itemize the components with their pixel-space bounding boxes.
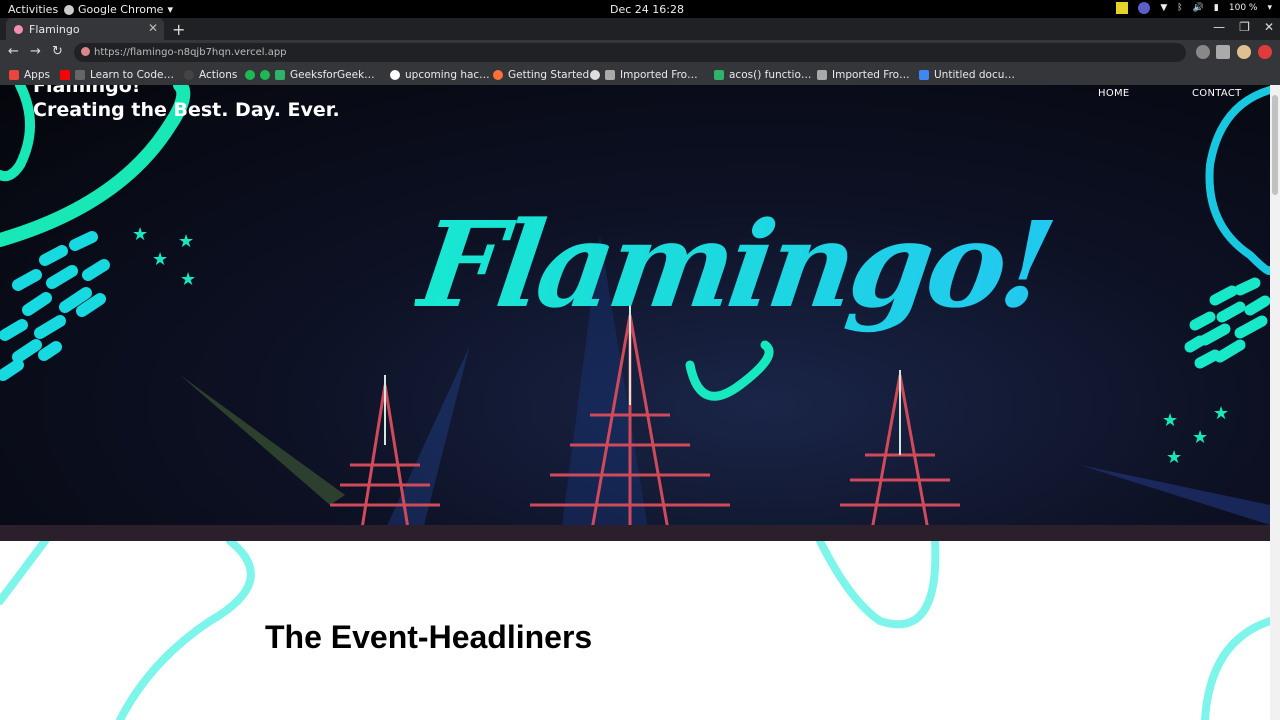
url-text: https://flamingo-n8qjb7hqn.vercel.app [94,47,287,58]
gfg-icon [275,70,285,80]
forward-icon[interactable]: → [30,44,41,59]
bookmarks-bar: Apps Learn to Code… Actions GeeksforGeek… [0,65,1280,85]
svg-text:★: ★ [152,249,168,270]
notes-icon[interactable] [1116,2,1129,14]
firefox-icon [493,70,503,80]
extensions-puzzle-icon[interactable] [1216,45,1230,59]
globe-icon [590,70,600,80]
os-top-bar: Activities Google Chrome ▾ Dec 24 16:28 … [0,0,1280,18]
bookmark-label: GeeksforGeek… [290,69,375,81]
folder-icon [605,70,615,80]
bookmark-actions[interactable]: Actions [184,69,237,81]
svg-text:★: ★ [1192,427,1208,448]
spotify-icon [260,70,270,80]
decorative-outline-art [0,541,1270,720]
chevron-down-icon: ▾ [167,3,173,16]
app-menu[interactable]: Google Chrome ▾ [64,3,173,16]
folder-icon [817,70,827,80]
headliners-section: The Event-Headliners [0,541,1270,720]
bookmark-getting-started[interactable]: Getting Started [493,69,589,81]
window-controls: — ❐ ✕ [1213,20,1274,34]
svg-text:★: ★ [132,224,148,245]
bookmark-geeksforgeeks[interactable]: GeeksforGeek… [245,69,375,81]
gfg-icon [714,70,724,80]
battery-icon[interactable]: ▮ [1214,3,1219,13]
activities-button[interactable]: Activities [8,3,58,16]
spotify-icon [245,70,255,80]
page-scrollbar[interactable] [1270,85,1280,720]
chrome-icon [64,4,74,15]
battery-label: 100 % [1228,3,1258,13]
bookmark-label: Learn to Code… [90,69,174,81]
svg-text:★: ★ [178,231,194,252]
docs-icon [919,70,929,80]
bookmark-apps[interactable]: Apps [9,69,50,81]
bookmark-untitled-doc[interactable]: Untitled docu… [919,69,1015,81]
close-tab-icon[interactable]: ✕ [148,21,158,35]
maximize-icon[interactable]: ❐ [1239,20,1250,34]
brand-tagline: Creating the Best. Day. Ever. [33,99,340,121]
tab-strip: Flamingo ✕ + — ❐ ✕ [0,18,1280,40]
update-icon[interactable] [1258,45,1272,59]
address-bar[interactable]: https://flamingo-n8qjb7hqn.vercel.app [74,43,1186,62]
page-viewport: ★ ★ ★ ★ ★ ★ ★ ★ Flamingo! Creating the B… [0,85,1270,720]
nav-home-link[interactable]: HOME [1098,88,1130,99]
bookmark-label: Imported Fro… [832,69,910,81]
brand-block: Flamingo! Creating the Best. Day. Ever. [33,85,340,121]
brand-logo-text[interactable]: Flamingo! [33,85,340,97]
bookmark-imported-2[interactable]: Imported Fro… [817,69,910,81]
tab-flamingo[interactable]: Flamingo ✕ [6,18,164,40]
bookmark-label: Apps [24,69,50,81]
github-icon [184,70,194,80]
google-icon [390,70,400,80]
app-menu-label: Google Chrome [78,3,164,16]
teams-icon[interactable] [1138,2,1151,14]
system-tray[interactable]: ▼ ᛒ 🔊 ▮ 100 % ▾ [1116,2,1272,14]
scrollbar-thumb[interactable] [1272,95,1278,195]
bluetooth-icon[interactable]: ᛒ [1177,3,1182,13]
minimize-icon[interactable]: — [1213,20,1225,34]
bookmark-label: Getting Started [508,69,590,81]
back-icon[interactable]: ← [8,44,19,59]
freecodecamp-icon [75,70,85,80]
svg-text:★: ★ [1162,410,1178,431]
bookmark-label: acos() functio… [729,69,812,81]
nav-contact-link[interactable]: CONTACT [1192,88,1242,99]
bookmark-imported-1[interactable]: Imported Fro… [590,69,698,81]
svg-text:★: ★ [1213,403,1229,424]
reload-icon[interactable]: ↻ [52,44,63,59]
bookmark-learn-to-code[interactable]: Learn to Code… [60,69,174,81]
section-title: The Event-Headliners [265,619,593,655]
bookmark-label: upcoming hac… [405,69,490,81]
hero-title: Flamingo! [410,195,1059,334]
volume-icon[interactable]: 🔊 [1193,3,1204,13]
chevron-down-icon[interactable]: ▾ [1267,3,1272,13]
clock[interactable]: Dec 24 16:28 [610,3,684,16]
hero-section: ★ ★ ★ ★ ★ ★ ★ ★ Flamingo! Creating the B… [0,85,1270,541]
new-tab-button[interactable]: + [172,20,185,39]
tab-title: Flamingo [29,22,80,36]
svg-text:★: ★ [180,269,196,290]
bookmark-acos[interactable]: acos() functio… [714,69,811,81]
extension-gear-icon[interactable] [1196,45,1210,59]
youtube-icon [60,70,70,80]
svg-text:★: ★ [1166,447,1182,468]
site-favicon-icon [81,47,90,56]
flamingo-favicon-icon [14,24,23,34]
bookmark-upcoming-hac[interactable]: upcoming hac… [390,69,490,81]
bookmark-label: Untitled docu… [934,69,1015,81]
profile-avatar[interactable] [1237,45,1251,59]
bookmark-label: Actions [199,69,238,81]
close-window-icon[interactable]: ✕ [1264,20,1274,34]
apps-grid-icon [9,70,19,80]
bookmark-label: Imported Fro… [620,69,698,81]
browser-toolbar: ← → ↻ https://flamingo-n8qjb7hqn.vercel.… [0,40,1280,65]
wifi-icon[interactable]: ▼ [1160,3,1167,13]
